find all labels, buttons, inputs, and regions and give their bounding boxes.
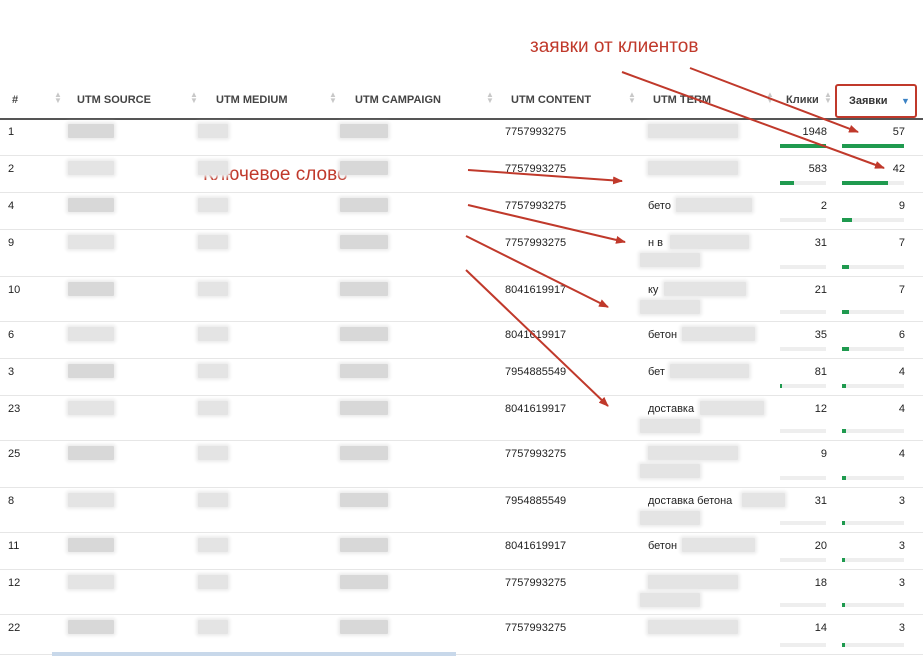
- arrow-to-term-row5: [465, 235, 609, 308]
- arrow-to-term-row2: [467, 169, 623, 185]
- arrow-to-leads-row1: [689, 67, 859, 133]
- arrow-to-term-row8: [465, 269, 609, 407]
- annotation-arrows: [465, 67, 885, 407]
- horizontal-scrollbar[interactable]: [52, 652, 456, 656]
- arrow-to-term-row4: [467, 204, 626, 244]
- arrow-to-leads-row2: [621, 71, 885, 169]
